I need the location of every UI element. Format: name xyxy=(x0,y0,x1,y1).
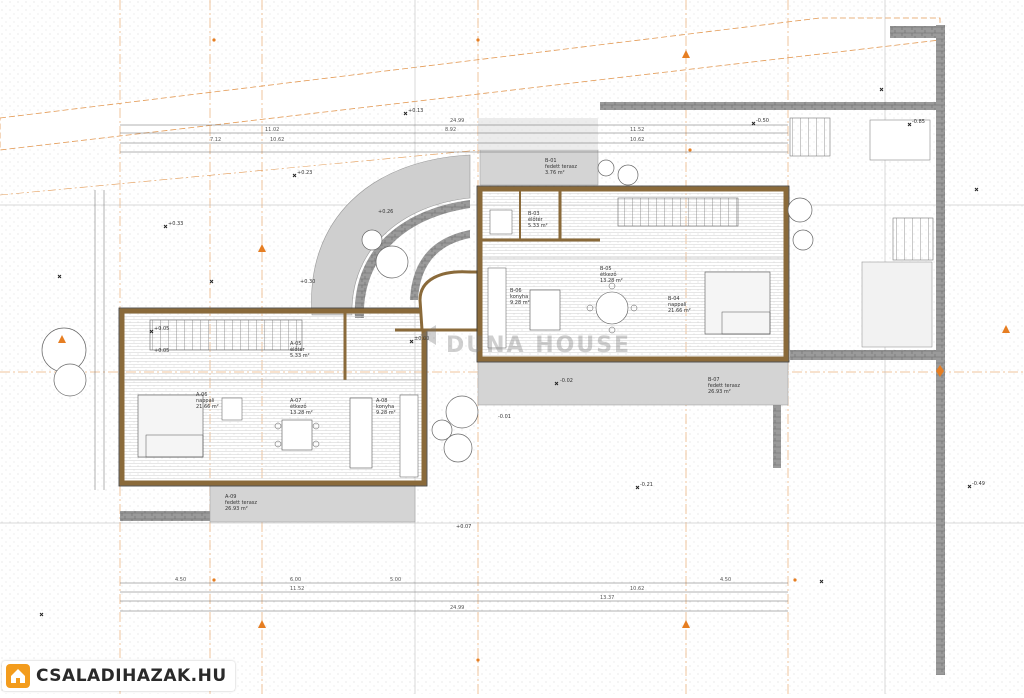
outdoor-stair-north xyxy=(789,117,831,157)
dim-top-total: 24.99 xyxy=(450,118,464,124)
east-bench xyxy=(861,261,933,348)
stair-a xyxy=(149,319,303,351)
north-stone-wall xyxy=(600,102,940,110)
entry-landing xyxy=(869,119,931,161)
svg-text:+0.07: +0.07 xyxy=(456,524,471,530)
svg-text:5.33 m²: 5.33 m² xyxy=(528,223,548,229)
svg-text:13.28 m²: 13.28 m² xyxy=(600,278,623,284)
house-icon xyxy=(6,664,30,688)
dim-top-c: 8.92 xyxy=(445,127,456,133)
armchair-a xyxy=(221,397,243,421)
sofa-a xyxy=(137,394,204,458)
svg-text:+0.26: +0.26 xyxy=(378,209,393,215)
dim-bot-d: 4.50 xyxy=(720,577,731,583)
kitchen-counter-a xyxy=(349,397,373,469)
mid-stone-wall xyxy=(790,350,940,360)
dim-top-b: 11.52 xyxy=(630,127,644,133)
dim-top-a: 11.02 xyxy=(265,127,279,133)
svg-text:5.33 m²: 5.33 m² xyxy=(290,353,310,359)
svg-text:-0.85: -0.85 xyxy=(912,119,925,125)
svg-text:+0.33: +0.33 xyxy=(168,221,183,227)
svg-text:+0.05: +0.05 xyxy=(154,348,169,354)
watermark-text: DUNA HOUSE xyxy=(446,333,631,358)
svg-text:étkező: étkező xyxy=(290,403,307,410)
svg-text:+0.30: +0.30 xyxy=(300,279,315,285)
stair-b xyxy=(617,197,739,227)
dim-bot-h: 24.99 xyxy=(450,605,464,611)
svg-text:3.76 m²: 3.76 m² xyxy=(545,170,565,176)
dining-table-a xyxy=(281,419,313,451)
entry-vestibule xyxy=(418,270,480,332)
svg-text:+0.05: +0.05 xyxy=(154,326,169,332)
svg-text:+0.13: +0.13 xyxy=(408,108,423,114)
dim-bot-e: 11.52 xyxy=(290,586,304,592)
svg-text:-0.02: -0.02 xyxy=(560,378,573,384)
svg-text:-0.21: -0.21 xyxy=(640,482,653,488)
svg-text:21.66 m²: 21.66 m² xyxy=(668,308,691,314)
floor-plan-drawing: 24.99 11.02 11.52 8.92 7.12 10.62 10.62 … xyxy=(0,0,1024,694)
corner-stone-wall xyxy=(890,26,940,38)
svg-text:26.93 m²: 26.93 m² xyxy=(708,389,731,395)
dim-top-d: 7.12 xyxy=(210,137,221,143)
svg-text:+0.23: +0.23 xyxy=(297,170,312,176)
dim-bot-g: 13.37 xyxy=(600,595,614,601)
svg-text:-0.01: -0.01 xyxy=(498,414,511,420)
svg-text:élőtér: élőtér xyxy=(290,346,306,353)
floor-plan-stage: 24.99 11.02 11.52 8.92 7.12 10.62 10.62 … xyxy=(0,0,1024,694)
terrace-b07 xyxy=(477,359,789,406)
dim-bot-f: 10.62 xyxy=(630,586,644,592)
dim-top-f: 10.62 xyxy=(630,137,644,143)
terrace-b01 xyxy=(479,149,599,186)
svg-text:9.28 m²: 9.28 m² xyxy=(376,410,396,416)
svg-text:26.93 m²: 26.93 m² xyxy=(225,506,248,512)
site-badge[interactable]: CSALADIHAZAK.HU xyxy=(2,661,235,691)
svg-text:9.28 m²: 9.28 m² xyxy=(510,300,530,306)
svg-text:élőtér: élőtér xyxy=(528,216,544,223)
southwest-stone-wall xyxy=(120,511,210,521)
kitchen-island-b xyxy=(529,289,561,331)
svg-text:21.66 m²: 21.66 m² xyxy=(196,404,219,410)
ground-patch xyxy=(478,118,598,150)
svg-text:étkező: étkező xyxy=(600,271,617,278)
outdoor-stair-east xyxy=(892,217,934,261)
svg-text:13.28 m²: 13.28 m² xyxy=(290,410,313,416)
kitchen-wall-a xyxy=(399,394,419,478)
sofa-b xyxy=(704,271,771,335)
svg-text:-0.50: -0.50 xyxy=(756,118,769,124)
svg-text:-0.49: -0.49 xyxy=(972,481,985,487)
dim-bot-c: 5.00 xyxy=(390,577,401,583)
dim-bot-b: 6.00 xyxy=(290,577,301,583)
bath-fixture xyxy=(489,209,513,235)
dim-bot-a: 4.50 xyxy=(175,577,186,583)
site-badge-text: CSALADIHAZAK.HU xyxy=(36,666,227,686)
dim-top-e: 10.62 xyxy=(270,137,284,143)
dining-table-b xyxy=(595,291,629,325)
